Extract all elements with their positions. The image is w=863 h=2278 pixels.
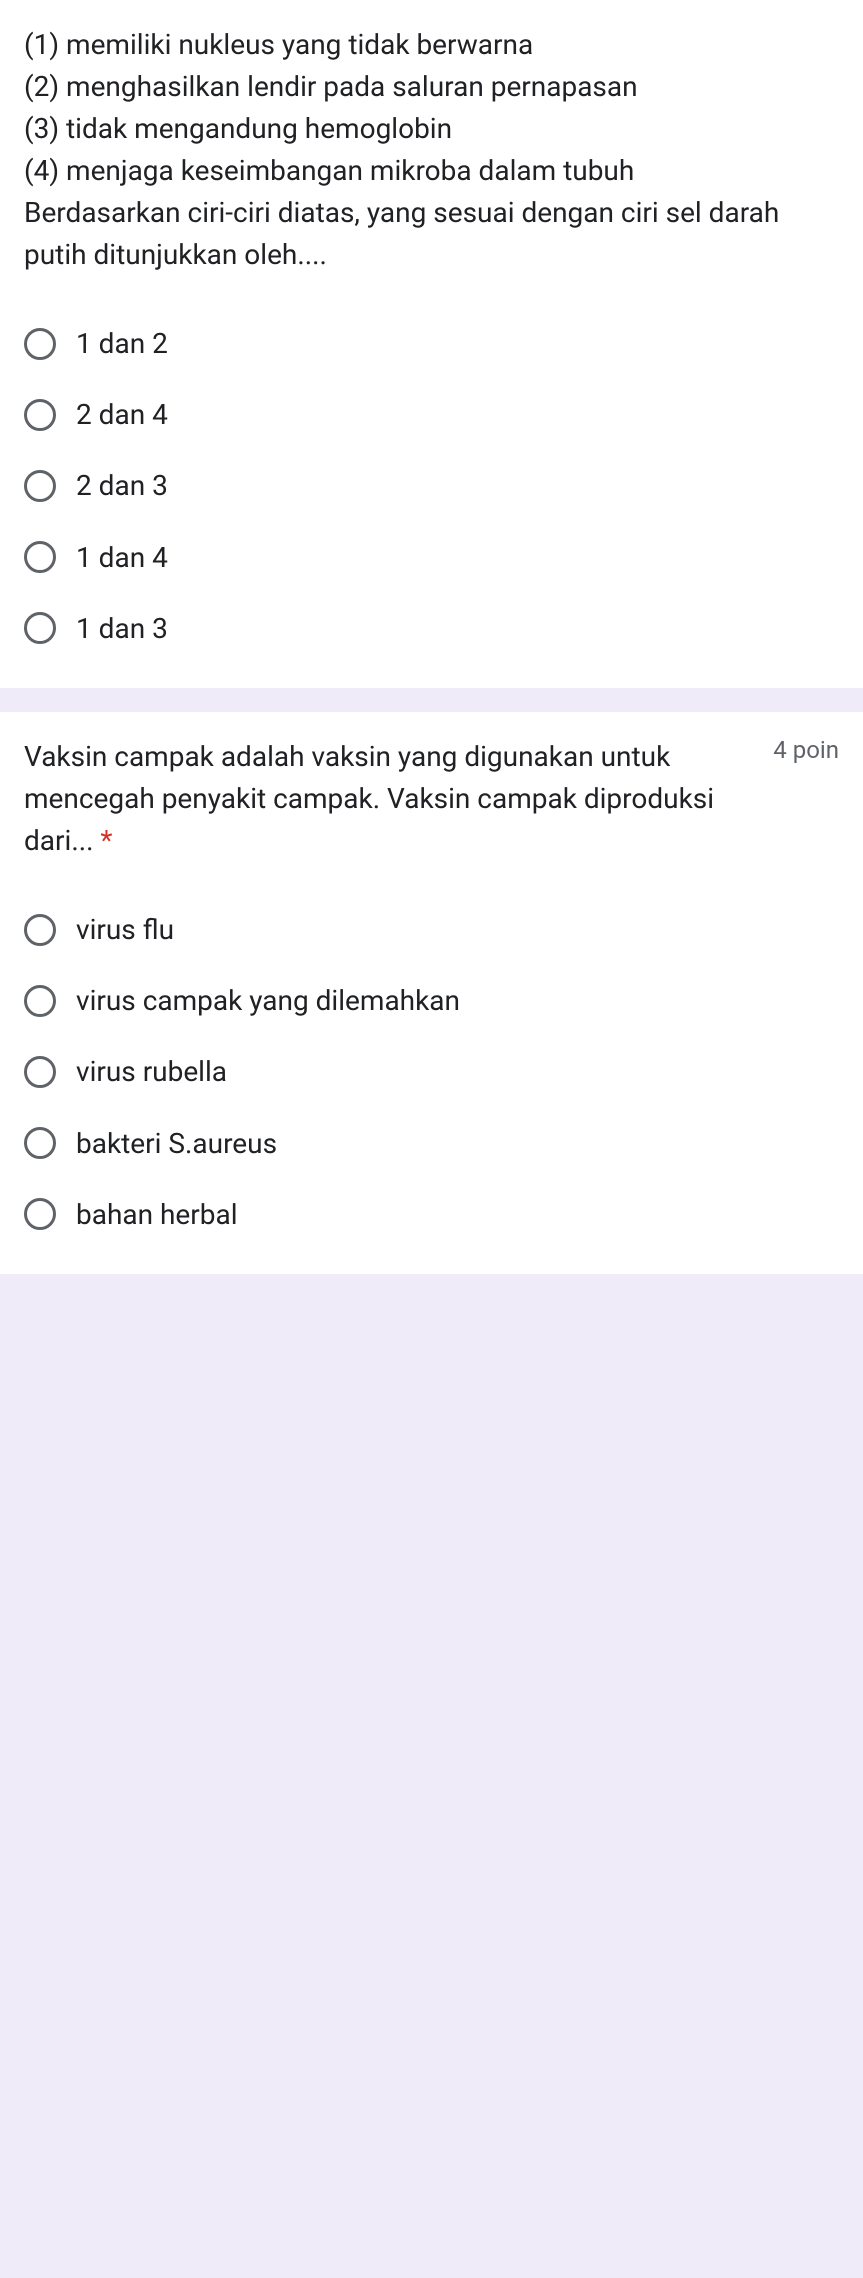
option-1-1[interactable]: 1 dan 2: [24, 308, 839, 379]
question-text-1: (1) memiliki nukleus yang tidak berwarna…: [24, 24, 839, 276]
radio-icon: [24, 612, 56, 644]
question-header-2: Vaksin campak adalah vaksin yang digunak…: [24, 736, 839, 894]
option-label: virus rubella: [76, 1052, 227, 1091]
points-label: 4 poin: [773, 736, 839, 764]
option-label: 1 dan 2: [76, 324, 168, 363]
radio-icon: [24, 914, 56, 946]
radio-icon: [24, 1198, 56, 1230]
question-text-2: Vaksin campak adalah vaksin yang digunak…: [24, 736, 757, 862]
radio-icon: [24, 328, 56, 360]
option-label: 1 dan 3: [76, 609, 168, 648]
option-2-5[interactable]: bahan herbal: [24, 1179, 839, 1250]
question-text-content: Vaksin campak adalah vaksin yang digunak…: [24, 740, 714, 857]
option-1-5[interactable]: 1 dan 3: [24, 593, 839, 664]
radio-icon: [24, 470, 56, 502]
option-1-2[interactable]: 2 dan 4: [24, 379, 839, 450]
question-card-1: (1) memiliki nukleus yang tidak berwarna…: [0, 0, 863, 688]
option-label: 2 dan 3: [76, 466, 168, 505]
option-label: virus flu: [76, 910, 174, 949]
radio-icon: [24, 1127, 56, 1159]
radio-icon: [24, 399, 56, 431]
required-indicator: *: [100, 824, 112, 857]
option-label: 1 dan 4: [76, 538, 168, 577]
card-divider: [0, 700, 863, 712]
question-card-2: Vaksin campak adalah vaksin yang digunak…: [0, 712, 863, 1274]
radio-icon: [24, 985, 56, 1017]
option-2-1[interactable]: virus flu: [24, 894, 839, 965]
option-label: bakteri S.aureus: [76, 1124, 277, 1163]
option-2-4[interactable]: bakteri S.aureus: [24, 1108, 839, 1179]
radio-icon: [24, 541, 56, 573]
radio-icon: [24, 1056, 56, 1088]
option-1-3[interactable]: 2 dan 3: [24, 450, 839, 521]
option-2-2[interactable]: virus campak yang dilemahkan: [24, 965, 839, 1036]
option-2-3[interactable]: virus rubella: [24, 1036, 839, 1107]
option-label: virus campak yang dilemahkan: [76, 981, 460, 1020]
option-1-4[interactable]: 1 dan 4: [24, 522, 839, 593]
option-label: 2 dan 4: [76, 395, 168, 434]
option-label: bahan herbal: [76, 1195, 238, 1234]
